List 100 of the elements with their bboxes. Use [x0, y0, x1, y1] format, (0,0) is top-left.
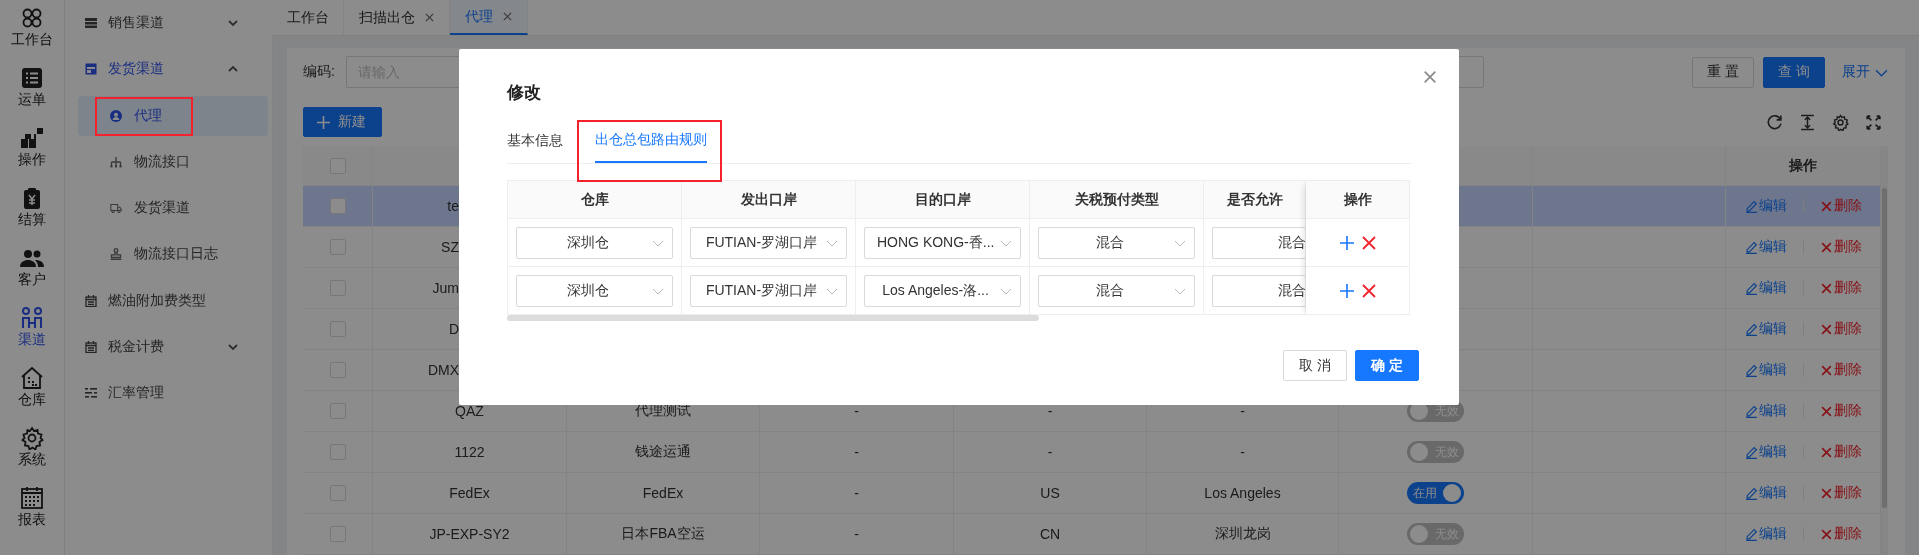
select-field[interactable]: 深圳仓	[516, 274, 673, 307]
edit-link[interactable]: 编辑	[1744, 320, 1787, 338]
delete-link[interactable]: 删除	[1819, 484, 1862, 502]
rail-item[interactable]: 运单	[0, 60, 64, 120]
window-icon	[85, 63, 97, 75]
dialog-title: 修改	[507, 82, 541, 104]
list-icon	[20, 66, 44, 90]
delete-link[interactable]: 删除	[1819, 402, 1862, 420]
table-cell: -	[1147, 432, 1339, 473]
page-tab[interactable]: 代理	[450, 0, 528, 35]
pencil-icon	[1744, 363, 1758, 377]
truck-icon	[110, 202, 122, 214]
close-icon	[1819, 322, 1833, 336]
select-field[interactable]: 混合	[1038, 274, 1195, 307]
select-field[interactable]: FUTIAN-罗湖口岸	[690, 274, 847, 307]
reset-button[interactable]: 重 置	[1692, 56, 1755, 88]
plus-icon	[1339, 235, 1354, 250]
edit-link[interactable]: 编辑	[1744, 484, 1787, 502]
delete-link[interactable]: 删除	[1819, 443, 1862, 461]
rail-item[interactable]: 渠道	[0, 300, 64, 360]
close-icon	[1819, 199, 1833, 213]
select-field[interactable]: FUTIAN-罗湖口岸	[690, 226, 847, 259]
pencil-icon	[1744, 445, 1758, 459]
checkbox[interactable]	[329, 198, 346, 214]
dialog-tab[interactable]: 基本信息	[507, 119, 563, 163]
close-icon[interactable]	[1422, 69, 1438, 85]
pencil-icon	[1744, 322, 1758, 336]
delete-link[interactable]: 删除	[1819, 238, 1862, 256]
delete-link[interactable]: 删除	[1819, 361, 1862, 379]
boxes-icon	[20, 126, 44, 150]
pencil-icon	[1744, 404, 1758, 418]
edit-link[interactable]: 编辑	[1744, 279, 1787, 297]
submenu-item[interactable]: 物流接口	[78, 142, 268, 182]
rail-item[interactable]: 仓库	[0, 360, 64, 420]
column-header: 发出口岸	[682, 181, 856, 219]
delete-link[interactable]: 删除	[1819, 279, 1862, 297]
pencil-icon	[1744, 240, 1758, 254]
delete-link[interactable]: 删除	[1819, 320, 1862, 338]
select-field[interactable]: 混合	[1212, 274, 1305, 307]
close-icon	[1819, 486, 1833, 500]
page-tab[interactable]: 工作台	[272, 0, 344, 35]
close-icon	[1819, 527, 1833, 541]
table-cell: CN	[954, 514, 1147, 555]
select-field[interactable]: 深圳仓	[516, 226, 673, 259]
submenu-item[interactable]: 销售渠道	[65, 0, 272, 46]
close-icon	[1819, 363, 1833, 377]
rail-item[interactable]: 操作	[0, 120, 64, 180]
settings-icon	[20, 426, 44, 450]
pencil-icon	[1744, 281, 1758, 295]
rail-item[interactable]: 系统	[0, 420, 64, 480]
table-cell: FedEx	[567, 473, 760, 514]
rail-item[interactable]: 工作台	[0, 0, 64, 60]
submenu-item[interactable]: 发货渠道	[65, 46, 272, 92]
settings-icon	[1832, 113, 1849, 131]
submenu-item[interactable]: 发货渠道	[78, 188, 268, 228]
edit-link[interactable]: 编辑	[1744, 525, 1787, 543]
calendar-icon	[20, 486, 44, 510]
submenu-item[interactable]: 燃油附加费类型	[65, 278, 272, 324]
edit-link[interactable]: 编辑	[1744, 361, 1787, 379]
close-icon	[1361, 283, 1376, 298]
table-cell: -	[760, 432, 954, 473]
new-button[interactable]: 新建	[303, 107, 382, 137]
column-header: 仓库	[508, 181, 682, 219]
close-icon	[1819, 281, 1833, 295]
submenu-item[interactable]: 代理	[78, 96, 268, 136]
calendar-icon	[85, 341, 97, 353]
rail-item[interactable]: 结算	[0, 180, 64, 240]
hierarchy-icon	[110, 156, 122, 168]
nodes-icon	[20, 306, 44, 330]
delete-link[interactable]: 删除	[1819, 525, 1862, 543]
confirm-button[interactable]: 确 定	[1355, 350, 1419, 381]
clover-icon	[20, 6, 44, 30]
select-field[interactable]: HONG KONG-香...	[864, 226, 1021, 259]
submenu-item[interactable]: 税金计费	[65, 324, 272, 370]
cancel-button[interactable]: 取 消	[1283, 350, 1348, 381]
select-field[interactable]: Los Angeles-洛...	[864, 274, 1021, 307]
edit-link[interactable]: 编辑	[1744, 402, 1787, 420]
edit-link[interactable]: 编辑	[1744, 238, 1787, 256]
status-toggle[interactable]: 在用	[1407, 482, 1464, 504]
scrollbar[interactable]	[1881, 146, 1888, 555]
rail-item[interactable]: 报表	[0, 480, 64, 540]
dialog-tab[interactable]: 出仓总包路由规则	[595, 119, 707, 163]
rail-item[interactable]: 客户	[0, 240, 64, 300]
submenu-item[interactable]: 物流接口日志	[78, 234, 268, 274]
close-icon	[1819, 404, 1833, 418]
search-button[interactable]: 查 询	[1763, 56, 1825, 88]
table-cell: JP-EXP-SY2	[373, 514, 567, 555]
select-field[interactable]: 混合	[1212, 226, 1305, 259]
lines-icon	[85, 387, 97, 399]
table-cell: FedEx	[373, 473, 567, 514]
submenu-item[interactable]: 汇率管理	[65, 370, 272, 416]
edit-link[interactable]: 编辑	[1744, 443, 1787, 461]
table-cell: -	[760, 514, 954, 555]
table-cell: -	[954, 432, 1147, 473]
close-icon	[1361, 235, 1376, 250]
select-field[interactable]: 混合	[1038, 226, 1195, 259]
field-label: 编码:	[303, 63, 336, 81]
chevron-down-icon	[227, 341, 239, 353]
expand-link[interactable]: 展开	[1842, 63, 1888, 81]
fullscreen-icon	[1865, 113, 1882, 131]
